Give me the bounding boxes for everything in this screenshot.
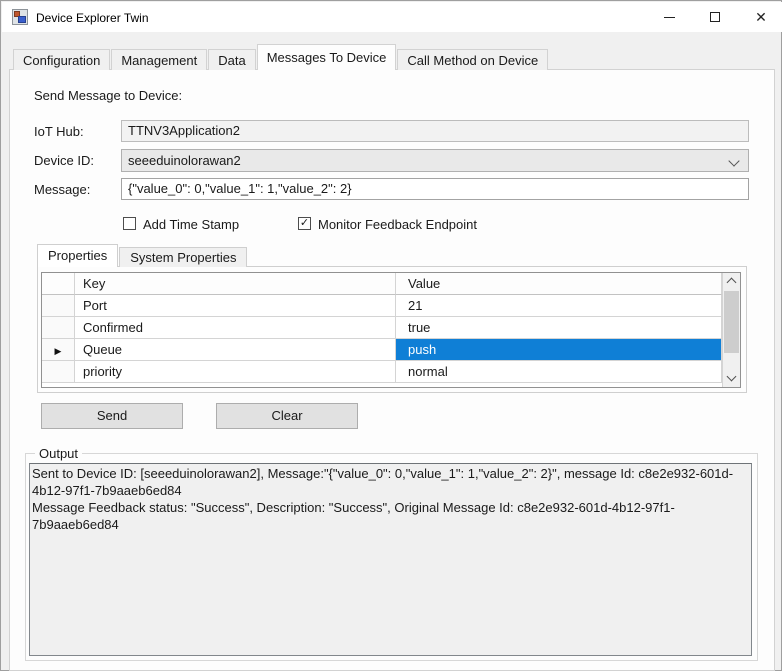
chevron-down-icon [728,155,739,166]
key-cell[interactable]: Queue [75,339,396,361]
scroll-down-icon[interactable] [723,370,740,387]
device-id-combobox[interactable]: seeeduinolorawan2 [121,149,749,172]
grid-vertical-scrollbar[interactable] [722,273,740,387]
device-id-label: Device ID: [34,153,94,168]
output-textarea[interactable]: Sent to Device ID: [seeeduinolorawan2], … [29,463,752,656]
row-header-cell[interactable]: ▶ [42,339,75,361]
monitor-feedback-endpoint-checkbox[interactable]: ✓ [298,217,311,230]
grid-header-rowheader [42,273,75,295]
scrollbar-thumb[interactable] [724,291,739,353]
iot-hub-field[interactable]: TTNV3Application2 [121,120,749,142]
properties-tab-strip: Properties System Properties [37,244,248,267]
table-row: ▶ Queue push [42,339,740,361]
table-row: priority normal [42,361,740,383]
output-line: Message Feedback status: "Success", Desc… [32,499,749,533]
table-row: Confirmed true [42,317,740,339]
message-field[interactable]: {"value_0": 0,"value_1": 1,"value_2": 2} [121,178,749,200]
tab-configuration[interactable]: Configuration [13,49,110,70]
tab-system-properties[interactable]: System Properties [119,247,247,267]
current-row-marker-icon: ▶ [55,346,62,356]
main-tab-strip: Configuration Management Data Messages T… [13,44,549,70]
tab-call-method-on-device[interactable]: Call Method on Device [397,49,548,70]
send-button[interactable]: Send [41,403,183,429]
value-cell[interactable]: true [396,317,722,339]
key-cell[interactable]: Confirmed [75,317,396,339]
key-cell[interactable]: priority [75,361,396,383]
row-header-cell[interactable] [42,361,75,383]
add-time-stamp-checkbox[interactable] [123,217,136,230]
properties-grid: Key Value Port 21 Confirmed true ▶ Queue… [41,272,741,388]
row-header-cell[interactable] [42,295,75,317]
message-label: Message: [34,182,90,197]
key-cell[interactable]: Port [75,295,396,317]
checkmark-icon: ✓ [300,217,309,229]
output-line: Sent to Device ID: [seeeduinolorawan2], … [32,465,749,499]
output-group-label: Output [35,446,82,461]
tab-properties[interactable]: Properties [37,244,118,267]
section-title: Send Message to Device: [34,88,182,103]
grid-header-value: Value [396,273,722,295]
window-frame: Device Explorer Twin ✕ Configuration Man… [0,0,782,671]
tab-messages-to-device[interactable]: Messages To Device [257,44,397,70]
iot-hub-label: IoT Hub: [34,124,84,139]
device-id-value: seeeduinolorawan2 [128,153,241,168]
table-row: Port 21 [42,295,740,317]
tab-management[interactable]: Management [111,49,207,70]
grid-header-row: Key Value [42,273,740,295]
grid-header-key: Key [75,273,396,295]
add-time-stamp-label: Add Time Stamp [143,217,239,232]
row-header-cell[interactable] [42,317,75,339]
tab-data[interactable]: Data [208,49,255,70]
value-cell[interactable]: 21 [396,295,722,317]
monitor-feedback-endpoint-label: Monitor Feedback Endpoint [318,217,477,232]
value-cell[interactable]: normal [396,361,722,383]
clear-button[interactable]: Clear [216,403,358,429]
scroll-up-icon[interactable] [723,273,740,290]
value-cell-selected[interactable]: push [396,339,722,361]
